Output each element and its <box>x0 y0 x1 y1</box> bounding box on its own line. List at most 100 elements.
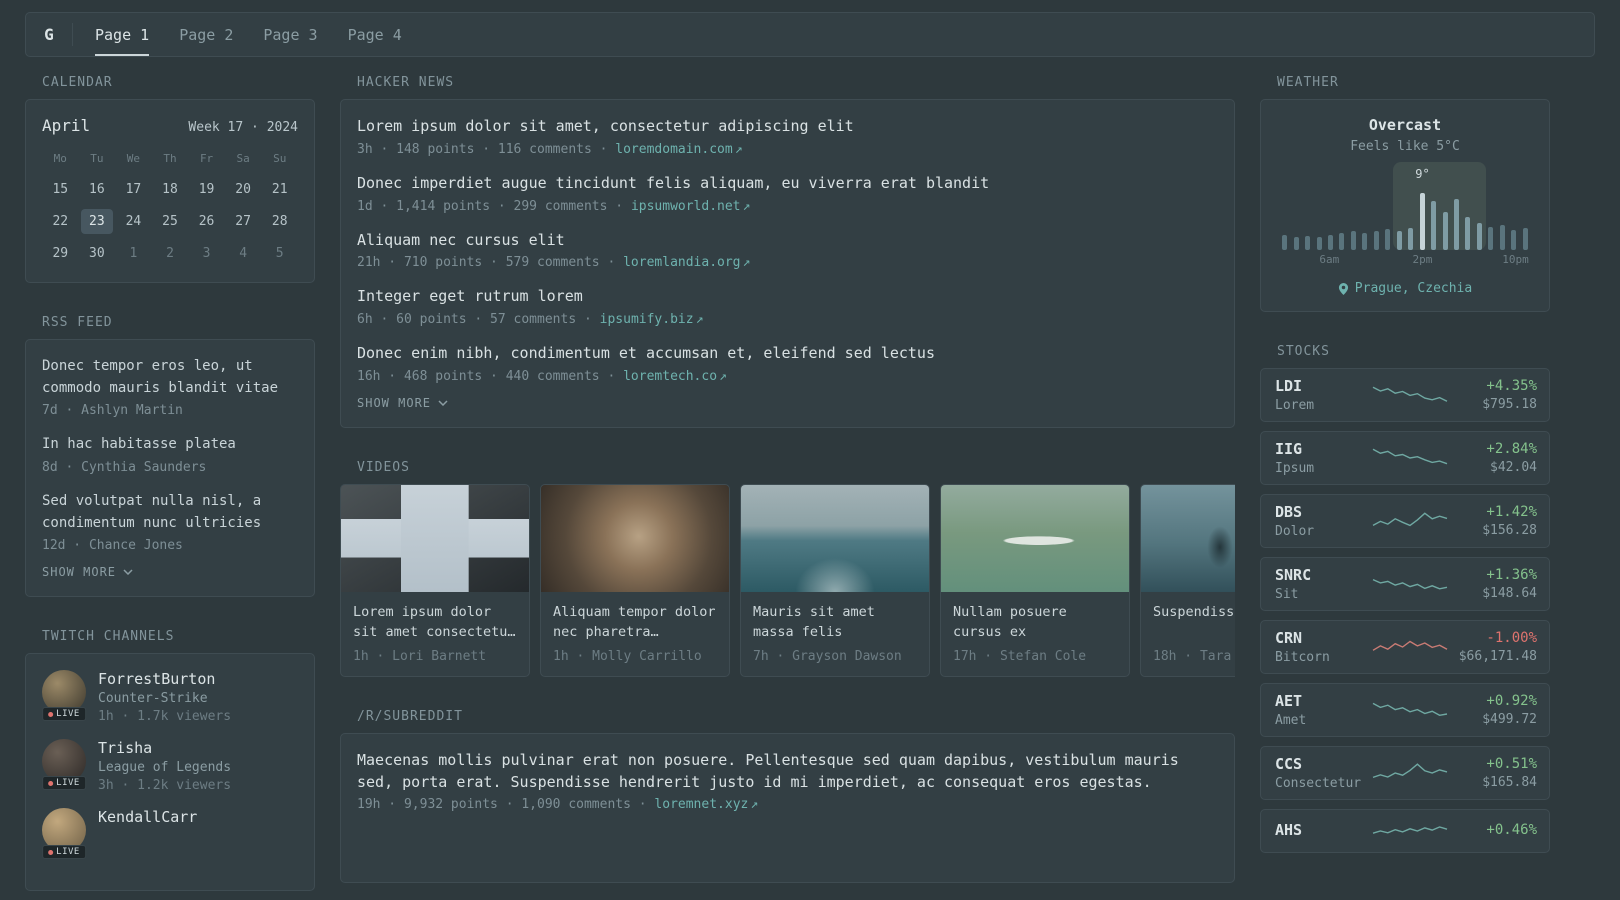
twitch-channel-meta: 3h · 1.2k viewers <box>98 778 232 794</box>
video-card: Aliquam tempor dolor nec pharetra… 1h · M… <box>540 483 730 677</box>
weather-bar <box>1293 237 1299 250</box>
stock-name: Sit <box>1275 587 1299 602</box>
calendar-grid: Mo Tu We Th Fr Sa Su 15 16 17 18 19 20 21 22 23 24 25 26 27… <box>42 148 298 266</box>
external-link-icon: ↗ <box>695 312 704 327</box>
twitch-channel-name[interactable]: KendallCarr <box>98 808 197 826</box>
twitch-channel-name[interactable]: ForrestBurton <box>98 670 231 688</box>
stock-row[interactable]: CCS Consectetur +0.51% $165.84 <box>1260 746 1550 800</box>
stock-price: $499.72 <box>1482 712 1537 727</box>
hn-item: Integer eget rutrum lorem 6h · 60 points … <box>357 286 1218 327</box>
live-dot-icon <box>48 849 54 855</box>
stock-right: +4.35% $795.18 <box>1449 378 1537 412</box>
hn-item-domain-link[interactable]: loremdomain.com ↗ <box>615 142 742 157</box>
subreddit-item-title[interactable]: Maecenas mollis pulvinar erat non posuer… <box>357 750 1218 794</box>
rss-widget-label: RSS FEED <box>42 315 113 330</box>
video-title[interactable]: Nullam posuere cursus ex <box>953 602 1117 643</box>
video-thumbnail[interactable] <box>941 484 1129 592</box>
stock-right: +0.51% $165.84 <box>1449 756 1537 790</box>
stock-change: +0.51% <box>1486 756 1537 772</box>
video-title[interactable]: Mauris sit amet massa felis <box>753 602 917 643</box>
rss-item-title[interactable]: Donec tempor eros leo, ut commodo mauris… <box>42 356 298 399</box>
hn-item-title[interactable]: Integer eget rutrum lorem <box>357 286 1218 308</box>
hn-item-info: 1d · 1,414 points · 299 comments · <box>357 198 631 214</box>
video-thumbnail[interactable] <box>341 484 529 592</box>
stock-symbol[interactable]: CCS <box>1275 755 1371 773</box>
hn-item-domain-link[interactable]: loremlandia.org ↗ <box>623 255 750 270</box>
twitch-channel-game[interactable]: Counter-Strike <box>98 691 231 706</box>
videos-widget: VIDEOS Lorem ipsum dolor sit amet consec… <box>340 460 1235 677</box>
stock-right: +1.36% $148.64 <box>1449 567 1537 601</box>
video-card-body: Mauris sit amet massa felis 7h · Grayson … <box>741 592 929 676</box>
video-thumbnail[interactable] <box>741 484 929 592</box>
weather-bar-slot <box>1348 162 1359 250</box>
calendar-day: 20 <box>235 182 251 197</box>
stock-left: CCS Consectetur <box>1275 755 1371 791</box>
hn-item-title[interactable]: Aliquam nec cursus elit <box>357 230 1218 252</box>
stock-row[interactable]: SNRC Sit +1.36% $148.64 <box>1260 557 1550 611</box>
subreddit-item-meta: 19h · 9,932 points · 1,090 comments · lo… <box>357 797 1218 812</box>
stock-row[interactable]: AET Amet +0.92% $499.72 <box>1260 683 1550 737</box>
hn-item-meta: 1d · 1,414 points · 299 comments · ipsum… <box>357 199 1218 214</box>
calendar-day: 17 <box>125 182 142 197</box>
stock-sparkline <box>1371 508 1449 534</box>
stock-sparkline-chart <box>1372 702 1448 717</box>
external-link-icon: ↗ <box>750 797 759 813</box>
hn-item-domain-link[interactable]: ipsumworld.net ↗ <box>631 199 750 214</box>
nav-tab-page-1[interactable]: Page 1 <box>95 13 150 56</box>
rss-item-title[interactable]: In hac habitasse platea <box>42 434 298 456</box>
calendar-day: 15 <box>52 182 69 197</box>
stock-left: CRN Bitcorn <box>1275 629 1371 665</box>
calendar-day: 3 <box>202 246 211 261</box>
calendar-header: April Week 17 · 2024 <box>42 116 298 135</box>
video-card: Mauris sit amet massa felis 7h · Grayson … <box>740 483 930 677</box>
nav-tab-page-4[interactable]: Page 4 <box>348 13 402 56</box>
video-thumbnail[interactable] <box>541 484 729 592</box>
video-title[interactable]: Aliquam tempor dolor nec pharetra… <box>553 602 717 643</box>
video-card-body: Aliquam tempor dolor nec pharetra… 1h · M… <box>541 592 729 676</box>
rss-show-more-button[interactable]: SHOW MORE <box>42 565 133 579</box>
nav-tab-page-2[interactable]: Page 2 <box>179 13 233 56</box>
app-logo[interactable]: G <box>26 13 72 56</box>
live-badge: LIVE <box>42 707 86 722</box>
hn-item-title[interactable]: Donec enim nibh, condimentum et accumsan… <box>357 343 1218 365</box>
video-thumbnail[interactable] <box>1141 484 1235 592</box>
video-title[interactable]: Lorem ipsum dolor sit amet consectetu… <box>353 602 517 643</box>
calendar-weekday: Mo <box>53 152 67 165</box>
hn-item-domain-link[interactable]: loremtech.co ↗ <box>623 369 727 384</box>
weather-bar <box>1488 227 1494 250</box>
subreddit-item-domain-link[interactable]: loremnet.xyz ↗ <box>654 797 758 812</box>
hacker-news-show-more-button[interactable]: SHOW MORE <box>357 396 448 410</box>
stock-row[interactable]: LDI Lorem +4.35% $795.18 <box>1260 368 1550 422</box>
hn-item-meta: 16h · 468 points · 440 comments · loremt… <box>357 369 1218 384</box>
twitch-list: LIVE ForrestBurton Counter-Strike 1h · 1.7k… <box>42 670 298 860</box>
stock-row[interactable]: DBS Dolor +1.42% $156.28 <box>1260 494 1550 548</box>
stock-row[interactable]: AHS +0.46% <box>1260 809 1550 853</box>
stock-symbol[interactable]: IIG <box>1275 440 1371 458</box>
stock-name: Bitcorn <box>1275 650 1330 665</box>
weather-bar-slot <box>1474 162 1485 250</box>
calendar-day: 28 <box>271 214 288 229</box>
stock-symbol[interactable]: CRN <box>1275 629 1371 647</box>
stock-change: +1.36% <box>1486 567 1537 583</box>
stock-symbol[interactable]: DBS <box>1275 503 1371 521</box>
hn-item-title[interactable]: Donec imperdiet augue tincidunt felis al… <box>357 173 1218 195</box>
hn-item-domain-link[interactable]: ipsumify.biz ↗ <box>600 312 704 327</box>
stock-row[interactable]: CRN Bitcorn -1.00% $66,171.48 <box>1260 620 1550 674</box>
calendar-day: 19 <box>198 182 215 197</box>
stock-symbol[interactable]: AET <box>1275 692 1371 710</box>
twitch-card: LIVE ForrestBurton Counter-Strike 1h · 1.7k… <box>25 653 315 892</box>
hacker-news-widget: HACKER NEWS Lorem ipsum dolor sit amet, … <box>340 75 1235 428</box>
hn-item-title[interactable]: Lorem ipsum dolor sit amet, consectetur … <box>357 116 1218 138</box>
stock-symbol[interactable]: SNRC <box>1275 566 1371 584</box>
stocks-list: LDI Lorem +4.35% $795.18 IIG Ipsum +2.84% $42.0… <box>1260 368 1550 853</box>
stock-symbol[interactable]: LDI <box>1275 377 1371 395</box>
calendar-weekday: Sa <box>236 152 250 165</box>
twitch-channel-game[interactable]: League of Legends <box>98 760 231 775</box>
nav-tab-page-3[interactable]: Page 3 <box>263 13 317 56</box>
rss-item-title[interactable]: Sed volutpat nulla nisl, a condimentum n… <box>42 491 298 534</box>
stock-symbol[interactable]: AHS <box>1275 821 1371 839</box>
video-title[interactable]: Suspendisse diam <box>1153 602 1235 643</box>
stock-row[interactable]: IIG Ipsum +2.84% $42.04 <box>1260 431 1550 485</box>
twitch-channel-name[interactable]: Trisha <box>98 739 231 757</box>
weather-feels-like: Feels like 5°C <box>1350 139 1460 154</box>
